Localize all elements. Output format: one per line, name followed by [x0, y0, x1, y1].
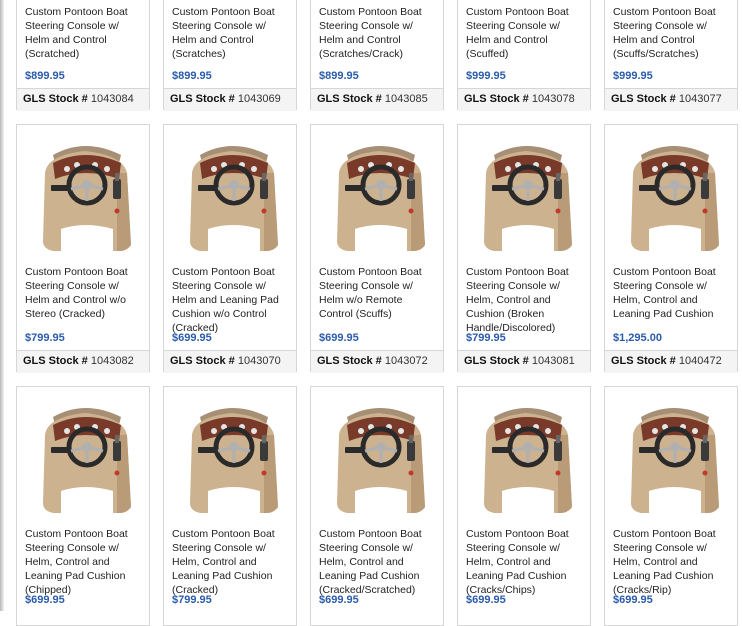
product-title[interactable]: Custom Pontoon Boat Steering Console w/ … — [25, 265, 143, 321]
product-title[interactable]: Custom Pontoon Boat Steering Console w/ … — [319, 527, 437, 597]
product-card[interactable]: Custom Pontoon Boat Steering Console w/ … — [457, 0, 591, 111]
stock-number: GLS Stock # 1043078 — [458, 88, 590, 111]
product-title[interactable]: Custom Pontoon Boat Steering Console w/ … — [172, 527, 290, 597]
product-title[interactable]: Custom Pontoon Boat Steering Console w/ … — [319, 265, 437, 321]
product-price: $799.95 — [172, 594, 212, 606]
product-price: $699.95 — [466, 594, 506, 606]
product-title[interactable]: Custom Pontoon Boat Steering Console w/ … — [172, 5, 290, 61]
steering-console-image[interactable] — [31, 395, 139, 515]
product-price: $1,295.00 — [613, 332, 662, 344]
product-card[interactable]: Custom Pontoon Boat Steering Console w/ … — [457, 386, 591, 626]
product-price: $699.95 — [172, 332, 212, 344]
stock-number: GLS Stock # 1043069 — [164, 88, 296, 111]
product-price: $799.95 — [25, 332, 65, 344]
product-price: $799.95 — [466, 332, 506, 344]
stock-number: GLS Stock # 1043084 — [17, 88, 149, 111]
product-price: $699.95 — [319, 332, 359, 344]
stock-number: GLS Stock # 1043085 — [311, 88, 443, 111]
steering-console-image[interactable] — [472, 133, 580, 253]
product-card[interactable]: Custom Pontoon Boat Steering Console w/ … — [604, 0, 738, 111]
product-price: $999.95 — [466, 70, 506, 82]
product-title[interactable]: Custom Pontoon Boat Steering Console w/ … — [319, 5, 437, 61]
product-card[interactable]: Custom Pontoon Boat Steering Console w/ … — [163, 124, 297, 373]
product-title[interactable]: Custom Pontoon Boat Steering Console w/ … — [172, 265, 290, 335]
product-title[interactable]: Custom Pontoon Boat Steering Console w/ … — [25, 5, 143, 61]
product-card[interactable]: Custom Pontoon Boat Steering Console w/ … — [457, 124, 591, 373]
stock-number: GLS Stock # 1043077 — [605, 88, 737, 111]
product-card[interactable]: Custom Pontoon Boat Steering Console w/ … — [604, 386, 738, 626]
product-title[interactable]: Custom Pontoon Boat Steering Console w/ … — [466, 527, 584, 597]
product-title[interactable]: Custom Pontoon Boat Steering Console w/ … — [25, 527, 143, 597]
steering-console-image[interactable] — [31, 133, 139, 253]
product-price: $899.95 — [319, 70, 359, 82]
steering-console-image[interactable] — [178, 395, 286, 515]
steering-console-image[interactable] — [325, 395, 433, 515]
product-price: $999.95 — [613, 70, 653, 82]
steering-console-image[interactable] — [472, 395, 580, 515]
steering-console-image[interactable] — [325, 133, 433, 253]
steering-console-image[interactable] — [619, 133, 727, 253]
product-card[interactable]: Custom Pontoon Boat Steering Console w/ … — [163, 0, 297, 111]
stock-number: GLS Stock # 1040472 — [605, 350, 737, 373]
product-card[interactable]: Custom Pontoon Boat Steering Console w/ … — [16, 386, 150, 626]
steering-console-image[interactable] — [178, 133, 286, 253]
stock-number: GLS Stock # 1043081 — [458, 350, 590, 373]
product-card[interactable]: Custom Pontoon Boat Steering Console w/ … — [310, 0, 444, 111]
product-title[interactable]: Custom Pontoon Boat Steering Console w/ … — [613, 5, 731, 61]
product-price: $699.95 — [319, 594, 359, 606]
stock-number: GLS Stock # 1043082 — [17, 350, 149, 373]
product-card[interactable]: Custom Pontoon Boat Steering Console w/ … — [163, 386, 297, 626]
product-title[interactable]: Custom Pontoon Boat Steering Console w/ … — [466, 265, 584, 335]
stock-number: GLS Stock # 1043070 — [164, 350, 296, 373]
product-card[interactable]: Custom Pontoon Boat Steering Console w/ … — [16, 0, 150, 111]
product-title[interactable]: Custom Pontoon Boat Steering Console w/ … — [466, 5, 584, 61]
product-price: $699.95 — [25, 594, 65, 606]
product-title[interactable]: Custom Pontoon Boat Steering Console w/ … — [613, 265, 731, 321]
product-price: $899.95 — [172, 70, 212, 82]
product-title[interactable]: Custom Pontoon Boat Steering Console w/ … — [613, 527, 731, 597]
product-card[interactable]: Custom Pontoon Boat Steering Console w/ … — [310, 386, 444, 626]
window-edge-shadow — [0, 0, 4, 611]
product-card[interactable]: Custom Pontoon Boat Steering Console w/ … — [310, 124, 444, 373]
product-price: $899.95 — [25, 70, 65, 82]
product-card[interactable]: Custom Pontoon Boat Steering Console w/ … — [604, 124, 738, 373]
stock-number: GLS Stock # 1043072 — [311, 350, 443, 373]
product-card[interactable]: Custom Pontoon Boat Steering Console w/ … — [16, 124, 150, 373]
steering-console-image[interactable] — [619, 395, 727, 515]
product-price: $699.95 — [613, 594, 653, 606]
